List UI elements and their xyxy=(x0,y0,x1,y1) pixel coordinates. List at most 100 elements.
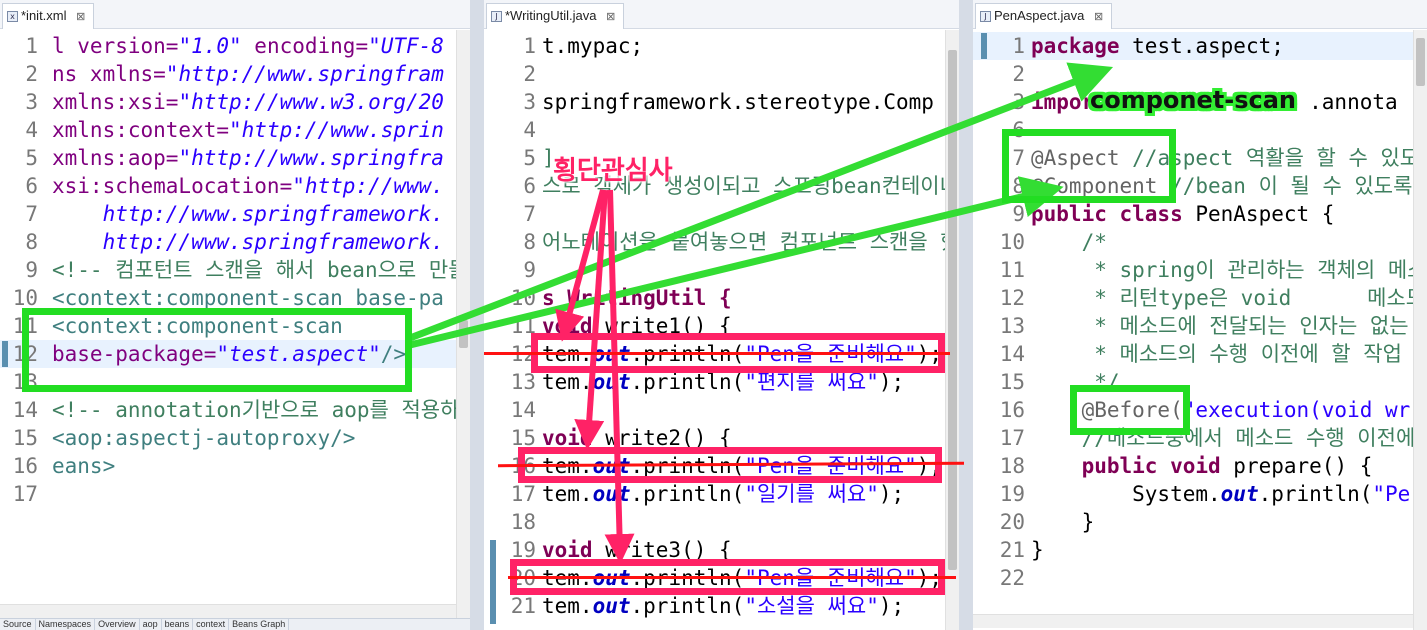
code-line[interactable]: 5 xmlns:aop="http://www.springfra xyxy=(0,144,470,172)
code-text[interactable]: springframework.stereotype.Comp xyxy=(542,88,934,116)
code-line[interactable]: 18 xyxy=(484,508,959,536)
code-text[interactable]: 스로 객체가 생성이되고 스프링bean컨테이너에 xyxy=(542,172,959,200)
code-line[interactable]: 11 <context:component-scan xyxy=(0,312,470,340)
code-text[interactable]: xmlns:aop="http://www.springfra xyxy=(52,144,444,172)
init-xml-editor[interactable]: x *init.xml ⊠ 1 l version="1.0" encoding=… xyxy=(0,0,470,630)
close-icon[interactable]: ⊠ xyxy=(76,11,85,23)
tab-penaspect-java[interactable]: J PenAspect.java ⊠ xyxy=(975,3,1113,29)
code-line[interactable]: 2 xyxy=(973,60,1427,88)
code-text[interactable]: tem.out.println("Pen을 준비해요"); xyxy=(542,340,942,368)
tab-init-xml[interactable]: x *init.xml ⊠ xyxy=(2,3,95,29)
code-text[interactable]: http://www.springframework. xyxy=(52,200,444,228)
scroll-thumb[interactable] xyxy=(459,320,468,348)
code-line[interactable]: 21} xyxy=(973,536,1427,564)
code-text[interactable]: tem.out.println("Pen을 준비해요"); xyxy=(542,452,942,480)
editor-divider[interactable] xyxy=(959,0,973,630)
code-line[interactable]: 5] xyxy=(484,144,959,172)
code-text[interactable]: <!-- annotation기반으로 aop를 적용하 xyxy=(52,396,459,424)
code-text[interactable]: <aop:aspectj-autoproxy/> xyxy=(52,424,355,452)
bottom-tab[interactable]: Namespaces xyxy=(36,619,96,630)
penaspect-editor[interactable]: J PenAspect.java ⊠ 1 package test.aspect;… xyxy=(973,0,1427,630)
close-icon[interactable]: ⊠ xyxy=(1094,11,1103,23)
code-line[interactable]: 14 * 메소드의 수행 이전에 할 작업 xyxy=(973,340,1427,368)
code-text[interactable]: <context:component-scan xyxy=(52,312,343,340)
code-line[interactable]: 13 * 메소드에 전달되는 인자는 없는 xyxy=(973,312,1427,340)
code-line[interactable]: 10 s WritingUtil { xyxy=(484,284,959,312)
code-text[interactable]: tem.out.println("일기를 써요"); xyxy=(542,480,904,508)
code-line[interactable]: 8 http://www.springframework. xyxy=(0,228,470,256)
code-text[interactable]: void write1() { xyxy=(542,312,732,340)
code-line[interactable]: 19 void write3() { xyxy=(484,536,959,564)
code-text[interactable]: package test.aspect; xyxy=(1031,32,1284,60)
code-text[interactable]: t.mypac; xyxy=(542,32,643,60)
close-icon[interactable]: ⊠ xyxy=(606,11,615,23)
horizontal-scrollbar[interactable] xyxy=(0,604,456,618)
code-line[interactable]: 16 @Before("execution(void wr xyxy=(973,396,1427,424)
code-text[interactable]: ns xmlns="http://www.springfram xyxy=(52,60,444,88)
code-line[interactable]: 12 * 리턴type은 void 메소드명 xyxy=(973,284,1427,312)
bottom-tab[interactable]: aop xyxy=(140,619,162,630)
code-line[interactable]: 21 tem.out.println("소설을 써요"); xyxy=(484,592,959,620)
code-line[interactable]: 15 <aop:aspectj-autoproxy/> xyxy=(0,424,470,452)
code-line[interactable]: 13 xyxy=(0,368,470,396)
code-line[interactable]: 1 package test.aspect; xyxy=(973,32,1427,60)
code-line[interactable]: 17 //메소드중에서 메소드 수행 이전에 적 xyxy=(973,424,1427,452)
code-text[interactable]: */ xyxy=(1031,368,1119,396)
code-text[interactable]: tem.out.println("편지를 써요"); xyxy=(542,368,904,396)
code-text[interactable]: ] xyxy=(542,144,555,172)
code-area[interactable]: 1 package test.aspect; 2 3 impor .annota 6 7 @A… xyxy=(973,32,1427,630)
code-text[interactable]: * 메소드에 전달되는 인자는 없는 xyxy=(1031,312,1408,340)
code-line[interactable]: 15 */ xyxy=(973,368,1427,396)
code-line[interactable]: 12 tem.out.println("Pen을 준비해요"); xyxy=(484,340,959,368)
code-line[interactable]: 8 어노테이션을 붙여놓으면 컴포넌트 스캔을 했을 xyxy=(484,228,959,256)
vertical-scrollbar[interactable] xyxy=(456,30,470,630)
scroll-thumb[interactable] xyxy=(948,50,957,570)
code-line[interactable]: 14 xyxy=(484,396,959,424)
code-line[interactable]: 6 스로 객체가 생성이되고 스프링bean컨테이너에 xyxy=(484,172,959,200)
code-line[interactable]: 17 xyxy=(0,480,470,508)
bottom-tab[interactable]: context xyxy=(193,619,230,630)
code-text[interactable]: @Component //bean 이 될 수 있도록 xyxy=(1031,172,1412,200)
horizontal-scrollbar[interactable] xyxy=(973,614,1413,628)
code-line[interactable]: 2 ns xmlns="http://www.springfram xyxy=(0,60,470,88)
scroll-thumb[interactable] xyxy=(1416,38,1425,86)
code-text[interactable]: * 리턴type은 void 메소드명 xyxy=(1031,284,1427,312)
code-text[interactable]: } xyxy=(1031,508,1095,536)
code-line[interactable]: 12 base-package="test.aspect"/> xyxy=(0,340,470,368)
code-text[interactable]: xmlns:xsi="http://www.w3.org/20 xyxy=(52,88,444,116)
code-line[interactable]: 17 tem.out.println("일기를 써요"); xyxy=(484,480,959,508)
code-text[interactable]: xmlns:context="http://www.sprin xyxy=(52,116,444,144)
code-text[interactable]: * spring이 관리하는 객체의 메소드 xyxy=(1031,256,1427,284)
code-line[interactable]: 7 @Aspect //aspect 역활을 할 수 있도록 xyxy=(973,144,1427,172)
code-line[interactable]: 16 eans> xyxy=(0,452,470,480)
code-text[interactable]: impor .annota xyxy=(1031,88,1398,116)
code-text[interactable]: tem.out.println("소설을 써요"); xyxy=(542,592,904,620)
code-text[interactable]: * 메소드의 수행 이전에 할 작업 xyxy=(1031,340,1402,368)
code-line[interactable]: 4 xmlns:context="http://www.sprin xyxy=(0,116,470,144)
code-area[interactable]: 1 l version="1.0" encoding="UTF-8 2 ns xmln… xyxy=(0,32,470,630)
code-line[interactable]: 20 } xyxy=(973,508,1427,536)
code-line[interactable]: 10 <context:component-scan base-pa xyxy=(0,284,470,312)
vertical-scrollbar[interactable] xyxy=(945,30,959,630)
code-text[interactable]: } xyxy=(1031,536,1044,564)
code-text[interactable]: public class PenAspect { xyxy=(1031,200,1334,228)
code-line[interactable]: 9 xyxy=(484,256,959,284)
code-line[interactable]: 11 void write1() { xyxy=(484,312,959,340)
code-line[interactable]: 1 l version="1.0" encoding="UTF-8 xyxy=(0,32,470,60)
code-line[interactable]: 16 tem.out.println("Pen을 준비해요"); xyxy=(484,452,959,480)
code-line[interactable]: 2 xyxy=(484,60,959,88)
bottom-tab[interactable]: Source xyxy=(0,619,36,630)
bottom-tab[interactable]: Overview xyxy=(95,619,140,630)
code-line[interactable]: 10 /* xyxy=(973,228,1427,256)
code-line[interactable]: 13 tem.out.println("편지를 써요"); xyxy=(484,368,959,396)
code-line[interactable]: 11 * spring이 관리하는 객체의 메소드 xyxy=(973,256,1427,284)
code-text[interactable]: System.out.println("Pe xyxy=(1031,480,1410,508)
code-text[interactable]: s WritingUtil { xyxy=(542,284,732,312)
code-text[interactable]: <!-- 컴포턴트 스캔을 해서 bean으로 만들 xyxy=(52,256,468,284)
code-line[interactable]: 22 xyxy=(973,564,1427,592)
code-line[interactable]: 8 @Component //bean 이 될 수 있도록 xyxy=(973,172,1427,200)
vertical-scrollbar[interactable] xyxy=(1413,30,1427,630)
code-line[interactable]: 9 <!-- 컴포턴트 스캔을 해서 bean으로 만들 xyxy=(0,256,470,284)
bottom-tab[interactable]: Beans Graph xyxy=(229,619,290,630)
code-text[interactable]: l version="1.0" encoding="UTF-8 xyxy=(52,32,444,60)
